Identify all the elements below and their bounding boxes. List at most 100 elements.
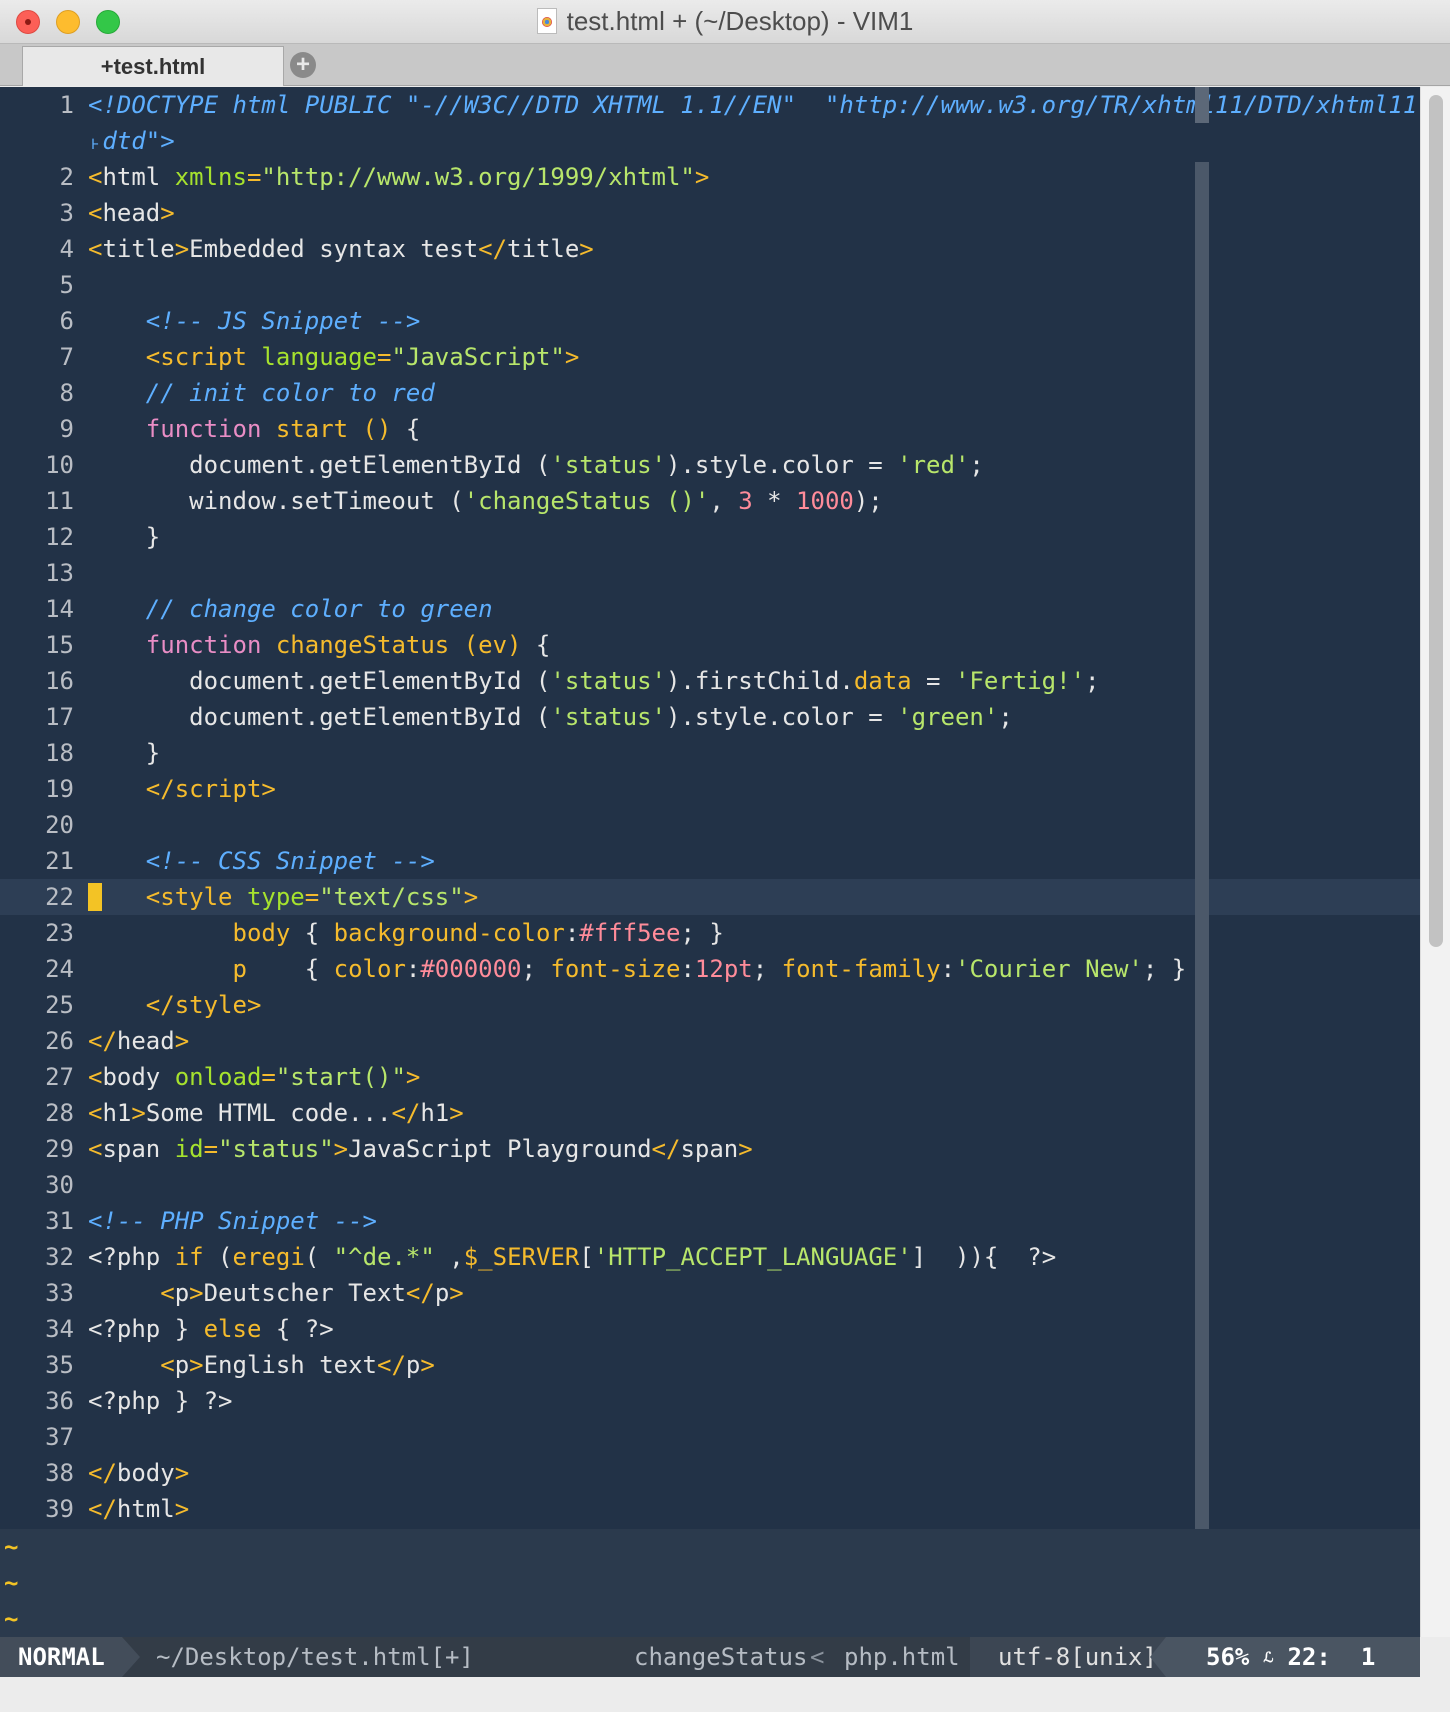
line-number: 33 — [45, 1279, 74, 1307]
line-text: <?php } else { ?> — [88, 1315, 334, 1343]
line-text: // init color to red — [145, 379, 435, 407]
cursor-line: 22: — [1287, 1643, 1331, 1671]
line-number: 28 — [45, 1099, 74, 1127]
line-text: <!-- JS Snippet --> — [145, 307, 421, 335]
line-number: 31 — [45, 1207, 74, 1235]
code-line[interactable]: ˫dtd"> — [0, 123, 1420, 159]
line-number: 24 — [45, 955, 74, 983]
line-text: <?php } ?> — [88, 1387, 233, 1415]
line-number: 7 — [59, 343, 74, 371]
file-path: ~/Desktop/test.html[+] — [156, 1643, 474, 1671]
vertical-scrollbar[interactable] — [1420, 87, 1450, 1637]
line-text: <head> — [88, 199, 175, 227]
line-number: 17 — [45, 703, 74, 731]
line-number: 11 — [45, 487, 74, 515]
new-tab-plus-icon[interactable]: + — [290, 52, 316, 78]
window-title: test.html + (~/Desktop) - VIM1 — [566, 6, 914, 36]
scrollbar-thumb[interactable] — [1429, 95, 1443, 947]
color-column-cursor — [1195, 87, 1209, 123]
chevron-left-icon: < — [810, 1643, 825, 1671]
line-number: 23 — [45, 919, 74, 947]
line-text: </script> — [145, 775, 276, 803]
line-text: <style type="text/css"> — [145, 883, 479, 911]
line-number: 27 — [45, 1063, 74, 1091]
window-bottom-edge — [0, 1677, 1450, 1712]
line-number: 21 — [45, 847, 74, 875]
line-text: window.setTimeout ('changeStatus ()', 3 … — [88, 487, 883, 515]
line-text: </html> — [88, 1495, 190, 1523]
filetype: php.html — [844, 1643, 960, 1671]
editor-buffer[interactable]: 39 </html> 38 </body> 37 36 <?php } ?> 35 <p>En… — [0, 87, 1420, 1637]
line-text: <html xmlns="http://www.w3.org/1999/xhtm… — [88, 163, 710, 191]
line-number: 22 — [45, 883, 74, 911]
end-of-buffer-area: ~ ~ ~ — [0, 1529, 1420, 1637]
line-text: <!DOCTYPE html PUBLIC "-//W3C//DTD XHTML… — [88, 91, 1420, 119]
line-number: 16 — [45, 667, 74, 695]
line-text: </style> — [145, 991, 262, 1019]
line-number: 6 — [59, 307, 74, 335]
line-text: <p>English text</p> — [160, 1351, 435, 1379]
line-number: 2 — [59, 163, 74, 191]
line-text: document.getElementById ('status').style… — [88, 451, 984, 479]
line-number: 30 — [45, 1171, 74, 1199]
line-number: 20 — [45, 811, 74, 839]
cursor-position: 56% ℒ 22: 1 — [1150, 1637, 1420, 1677]
line-text: function start () { — [145, 415, 421, 443]
line-text: <span id="status">JavaScript Playground<… — [88, 1135, 753, 1163]
line-text: // change color to green — [145, 595, 493, 623]
line-number: 39 — [45, 1495, 74, 1523]
window-title-wrap: test.html + (~/Desktop) - VIM1 — [0, 6, 1450, 37]
line-number: 15 — [45, 631, 74, 659]
tab-test-html[interactable]: +test.html — [22, 46, 284, 86]
file-encoding: utf-8[unix] — [970, 1637, 1166, 1677]
line-number: 25 — [45, 991, 74, 1019]
line-number: 12 — [45, 523, 74, 551]
line-text: <script language="JavaScript"> — [145, 343, 580, 371]
line-number: 37 — [45, 1423, 74, 1451]
line-number: 29 — [45, 1135, 74, 1163]
line-text: <h1>Some HTML code...</h1> — [88, 1099, 464, 1127]
current-function: changeStatus — [634, 1643, 808, 1671]
line-number: 3 — [59, 199, 74, 227]
line-number: 32 — [45, 1243, 74, 1271]
line-text: document.getElementById ('status').first… — [88, 667, 1100, 695]
line-number: 9 — [59, 415, 74, 443]
line-text: p { color:#000000; font-size:12pt; font-… — [232, 955, 1187, 983]
color-column — [1195, 162, 1209, 1529]
line-number: 34 — [45, 1315, 74, 1343]
line-text: </body> — [88, 1459, 190, 1487]
line-number: 4 — [59, 235, 74, 263]
line-number: 8 — [59, 379, 74, 407]
line-number: 18 — [45, 739, 74, 767]
line-number: 10 — [45, 451, 74, 479]
line-number: 13 — [45, 559, 74, 587]
line-number-icon: ℒ — [1263, 1650, 1274, 1666]
line-text: <title>Embedded syntax test</title> — [88, 235, 594, 263]
line-text: function changeStatus (ev) { — [145, 631, 551, 659]
line-number: 14 — [45, 595, 74, 623]
line-number: 38 — [45, 1459, 74, 1487]
tilde-marker: ~ — [4, 1569, 19, 1597]
scroll-percent: 56% — [1206, 1643, 1250, 1671]
line-text: } — [88, 739, 161, 767]
line-number: 1 — [59, 91, 74, 119]
line-text: body { background-color:#fff5ee; } — [232, 919, 724, 947]
tilde-marker: ~ — [4, 1605, 19, 1633]
tab-bar: +test.html + — [0, 44, 1450, 86]
line-number: 35 — [45, 1351, 74, 1379]
line-text: </head> — [88, 1027, 190, 1055]
line-text: <?php if (eregi( "^de.*" ,$_SERVER['HTTP… — [88, 1243, 1057, 1271]
line-text: <!-- CSS Snippet --> — [145, 847, 435, 875]
line-number: 5 — [59, 271, 74, 299]
line-text: document.getElementById ('status').style… — [88, 703, 1013, 731]
tilde-marker: ~ — [4, 1533, 19, 1561]
line-number: 19 — [45, 775, 74, 803]
cursor-column: 1 — [1360, 1643, 1376, 1671]
status-line: NORMAL ~/Desktop/test.html[+] changeStat… — [0, 1637, 1420, 1677]
html-document-icon — [536, 8, 557, 34]
line-text: <!-- PHP Snippet --> — [88, 1207, 377, 1235]
vim-window: test.html + (~/Desktop) - VIM1 +test.htm… — [0, 0, 1450, 1712]
line-text: <body onload="start()"> — [88, 1063, 421, 1091]
line-number: 26 — [45, 1027, 74, 1055]
line-number: 36 — [45, 1387, 74, 1415]
